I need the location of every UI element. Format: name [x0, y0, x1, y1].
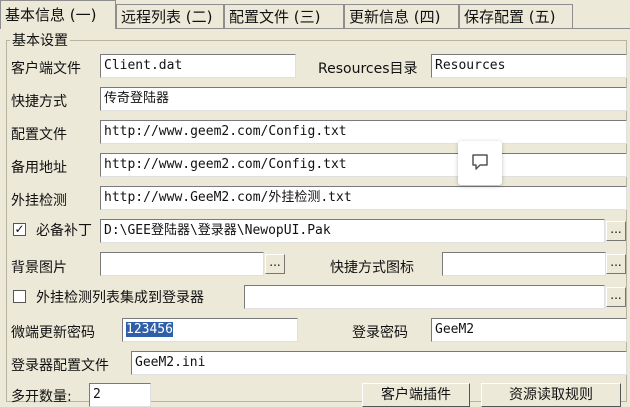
group-title: 基本设置 — [10, 30, 70, 50]
config-file-label: 配置文件 — [11, 127, 67, 143]
background-image-label: 背景图片 — [11, 260, 67, 276]
tab-config-file[interactable]: 配置文件 (三) — [224, 4, 344, 28]
launcher-config-label: 登录器配置文件 — [11, 358, 109, 374]
backup-address-field[interactable]: http://www.geem2.com/Config.txt — [100, 153, 627, 177]
selected-text: 123456 — [126, 322, 173, 337]
resource-extract-rules-button[interactable]: 资源读取规则 — [481, 383, 621, 407]
integrate-plugin-list-field[interactable] — [244, 285, 605, 309]
plugin-detect-field[interactable]: http://www.GeeM2.com/外挂检测.txt — [100, 186, 627, 210]
client-file-label: 客户端文件 — [11, 61, 81, 77]
required-patch-label: 必备补丁 — [36, 223, 92, 239]
launcher-config-field[interactable]: GeeM2.ini — [131, 351, 627, 375]
integrate-plugin-list-browse-button[interactable]: ... — [606, 287, 626, 307]
tab-update-info[interactable]: 更新信息 (四) — [344, 4, 459, 28]
multi-open-label: 多开数量: — [11, 389, 72, 405]
plugin-detect-label: 外挂检测 — [11, 193, 67, 209]
client-plugin-button[interactable]: 客户端插件 — [362, 383, 470, 407]
client-file-field[interactable]: Client.dat — [100, 54, 296, 78]
micro-client-password-field[interactable]: 123456 — [122, 318, 298, 342]
shortcut-label: 快捷方式 — [11, 94, 67, 110]
shortcut-icon-field[interactable] — [442, 252, 606, 276]
login-password-label: 登录密码 — [352, 325, 408, 341]
backup-address-label: 备用地址 — [11, 160, 67, 176]
background-image-field[interactable] — [100, 252, 264, 276]
micro-client-password-label: 微端更新密码 — [11, 325, 95, 341]
shortcut-icon-browse-button[interactable]: ... — [606, 254, 626, 274]
config-file-field[interactable]: http://www.geem2.com/Config.txt — [100, 120, 627, 144]
tab-bar: 基本信息 (一) 远程列表 (二) 配置文件 (三) 更新信息 (四) 保存配置… — [0, 0, 630, 29]
comment-icon — [472, 154, 488, 170]
integrate-plugin-list-checkbox[interactable] — [13, 290, 26, 303]
required-patch-checkbox[interactable]: ✓ — [13, 223, 26, 236]
required-patch-field[interactable]: D:\GEE登陆器\登录器\NewopUI.Pak — [100, 219, 605, 243]
shortcut-field[interactable]: 传奇登陆器 — [100, 87, 627, 111]
required-patch-browse-button[interactable]: ... — [606, 221, 626, 241]
integrate-plugin-list-label: 外挂检测列表集成到登录器 — [36, 290, 204, 306]
multi-open-spinner[interactable]: 2 — [89, 383, 151, 407]
shortcut-icon-label: 快捷方式图标 — [330, 260, 414, 276]
comment-popup[interactable] — [458, 141, 502, 185]
login-password-field[interactable]: GeeM2 — [431, 318, 627, 342]
tab-remote-list[interactable]: 远程列表 (二) — [116, 4, 224, 28]
tab-save-config[interactable]: 保存配置 (五) — [459, 4, 573, 28]
background-image-browse-button[interactable]: ... — [265, 254, 285, 274]
resources-field[interactable]: Resources — [431, 54, 627, 78]
tab-basic-info[interactable]: 基本信息 (一) — [0, 0, 116, 29]
resources-label: Resources目录 — [318, 61, 418, 77]
